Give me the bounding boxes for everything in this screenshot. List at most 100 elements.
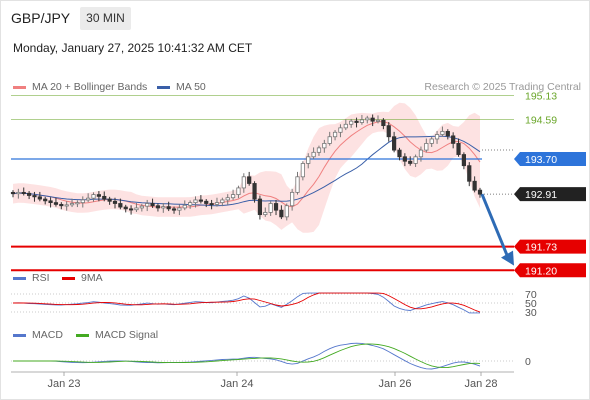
- candle-body: [155, 205, 161, 209]
- candle-body: [338, 127, 343, 133]
- price-chart: 195.13194.59193.70192.91191.73191.207050…: [10, 90, 586, 390]
- level-label: 191.73: [525, 242, 557, 254]
- candle-body: [102, 195, 107, 200]
- candle-body: [295, 176, 300, 193]
- candle-body: [182, 204, 187, 209]
- x-tick-label: Jan 24: [220, 378, 253, 390]
- rsi-ma-line: [12, 292, 481, 313]
- candle-body: [59, 203, 64, 207]
- candle-body: [424, 143, 429, 151]
- level-label: 191.20: [525, 265, 557, 277]
- candle-body: [359, 119, 365, 123]
- candle-body: [332, 131, 338, 138]
- candle-body: [16, 191, 21, 195]
- candle-body: [263, 211, 268, 216]
- candle-body: [300, 163, 305, 178]
- candle-body: [107, 198, 112, 202]
- candle-body: [273, 203, 279, 211]
- candle-body: [316, 147, 322, 153]
- level-label: 194.59: [525, 114, 557, 126]
- candle-body: [343, 123, 348, 129]
- candle-body: [230, 194, 236, 199]
- bollinger-band: [13, 102, 480, 233]
- candle-body: [408, 160, 413, 164]
- candle-body: [21, 191, 26, 194]
- candle-body: [193, 199, 198, 204]
- candle-body: [86, 197, 91, 201]
- candle-body: [27, 192, 32, 196]
- rsi-line: [12, 292, 480, 314]
- candle-body: [166, 206, 171, 210]
- candle-body: [96, 194, 101, 197]
- candle-body: [456, 143, 461, 155]
- candle-body: [75, 202, 80, 205]
- candle-body: [418, 149, 424, 158]
- candle-body: [145, 203, 150, 207]
- rsi-level-label: 30: [525, 307, 537, 319]
- candle-body: [139, 205, 144, 209]
- candle-body: [349, 120, 354, 125]
- candle-body: [128, 208, 134, 211]
- level-label: 193.70: [525, 154, 557, 166]
- candle-body: [69, 203, 75, 206]
- candle-body: [257, 198, 263, 216]
- candle-body: [236, 187, 241, 196]
- candle-body: [150, 203, 155, 207]
- candle-body: [134, 207, 139, 211]
- candle-body: [112, 200, 118, 204]
- candle-body: [472, 180, 477, 191]
- candle-body: [32, 195, 37, 198]
- level-label: 195.13: [525, 90, 557, 102]
- candle-body: [123, 206, 128, 210]
- candle-body: [43, 198, 48, 202]
- candle-body: [177, 207, 182, 211]
- candle-body: [375, 119, 381, 122]
- candle-body: [241, 176, 246, 189]
- projection-arrow-line: [480, 193, 510, 259]
- candle-body: [161, 206, 166, 209]
- x-tick-label: Jan 28: [464, 378, 497, 390]
- candle-body: [53, 202, 59, 205]
- x-tick-label: Jan 26: [378, 378, 411, 390]
- candle-body: [365, 117, 370, 121]
- candle-body: [284, 205, 289, 218]
- candle-body: [311, 151, 316, 158]
- candle-body: [188, 202, 193, 206]
- candle-body: [225, 197, 230, 201]
- candle-body: [477, 189, 483, 195]
- candle-body: [48, 200, 53, 204]
- candle-body: [392, 136, 397, 151]
- candle-body: [171, 208, 177, 211]
- candle-body: [220, 199, 225, 204]
- candle-body: [91, 194, 96, 199]
- candle-body: [397, 149, 402, 158]
- candle-body: [327, 136, 332, 144]
- candle-body: [247, 176, 252, 184]
- candle-body: [370, 117, 375, 122]
- candle-body: [279, 209, 284, 218]
- candle-body: [214, 202, 220, 205]
- candle-body: [37, 196, 42, 200]
- candle-body: [429, 138, 434, 144]
- candle-body: [198, 199, 203, 202]
- x-tick-label: Jan 23: [47, 378, 80, 390]
- level-label: 192.91: [525, 189, 557, 201]
- candle-body: [434, 134, 440, 140]
- candle-body: [64, 204, 69, 207]
- candle-body: [386, 125, 391, 138]
- candle-body: [354, 120, 359, 123]
- candle-body: [445, 131, 450, 137]
- candle-body: [268, 203, 273, 213]
- candle-body: [209, 203, 214, 206]
- candle-body: [10, 191, 16, 195]
- candle-body: [252, 183, 257, 200]
- candle-body: [413, 156, 418, 164]
- macd-signal-line: [13, 343, 481, 369]
- candle-body: [461, 154, 466, 167]
- candle-body: [306, 156, 311, 164]
- candle-body: [204, 200, 209, 204]
- candle-body: [451, 135, 456, 144]
- candle-body: [402, 156, 407, 162]
- macd-level-label: 0: [525, 356, 531, 368]
- candle-body: [118, 203, 123, 208]
